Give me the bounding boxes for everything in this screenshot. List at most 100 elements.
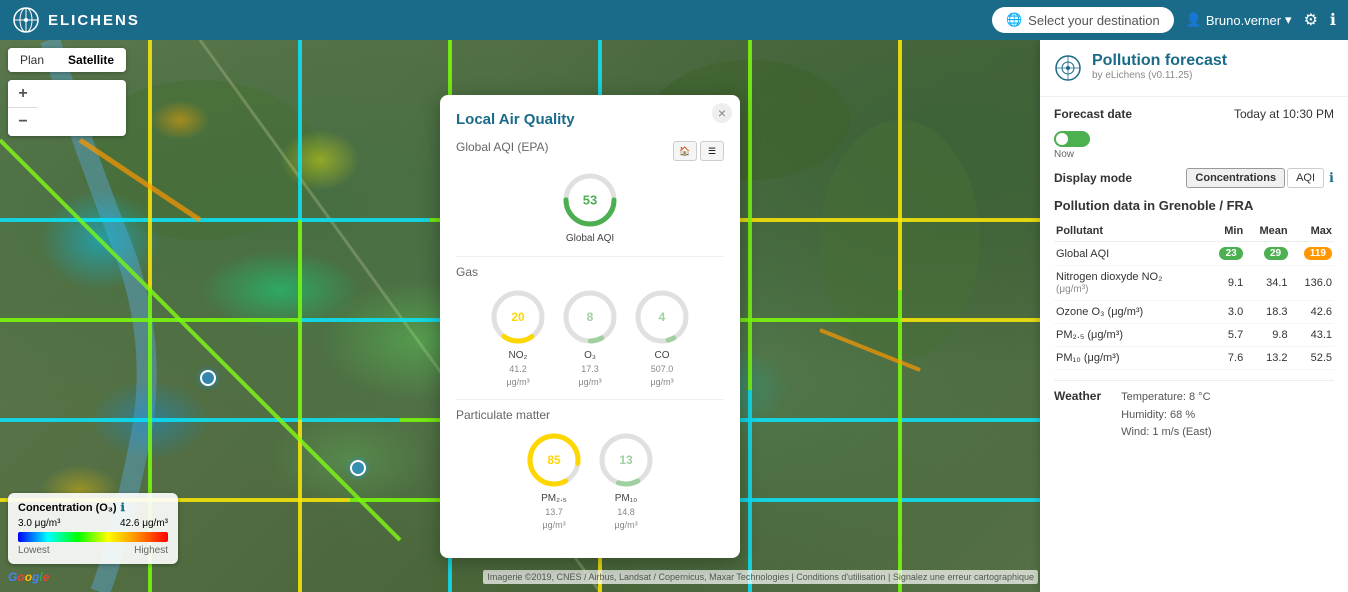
table-row: Nitrogen dioxyde NO₂(μg/m³) 9.1 34.1 136… bbox=[1054, 266, 1334, 301]
legend-max-value: 42.6 μg/m³ bbox=[120, 518, 168, 529]
elichens-logo-icon bbox=[12, 6, 40, 34]
pollutant-min: 5.7 bbox=[1207, 324, 1246, 347]
pm10-gauge: 13 PM₁₀ 14.8 μg/m³ bbox=[596, 430, 656, 530]
pm10-label: PM₁₀ bbox=[615, 493, 638, 504]
legend-min-value: 3.0 μg/m³ bbox=[18, 518, 60, 529]
max-badge: 119 bbox=[1304, 247, 1332, 260]
gas-section-label: Gas bbox=[456, 265, 724, 279]
pollution-data-header: Pollution data in Grenoble / FRA bbox=[1054, 198, 1334, 213]
global-aqi-sublabel: Global AQI bbox=[566, 233, 614, 244]
chevron-down-icon: ▾ bbox=[1285, 12, 1292, 28]
info-icon[interactable]: ℹ bbox=[1330, 10, 1336, 30]
weather-section: Weather Temperature: 8 °C Humidity: 68 %… bbox=[1054, 380, 1334, 442]
header: ELICHENS 🌐 Select your destination 👤 Bru… bbox=[0, 0, 1348, 40]
o3-sub2: μg/m³ bbox=[578, 377, 601, 387]
location-marker-1[interactable] bbox=[200, 370, 216, 386]
weather-temperature: Temperature: 8 °C bbox=[1121, 389, 1211, 407]
zoom-controls: + − bbox=[8, 80, 126, 136]
legend-label: Concentration (O₃) bbox=[18, 502, 117, 514]
o3-gauge: 8 O₃ 17.3 μg/m³ bbox=[560, 287, 620, 387]
pollutant-name: Global AQI bbox=[1054, 242, 1207, 266]
settings-icon[interactable]: ⚙ bbox=[1304, 10, 1318, 30]
view-buttons: 🏠 ☰ bbox=[673, 141, 724, 161]
display-mode-row: Display mode Concentrations AQI ℹ bbox=[1054, 168, 1334, 188]
pm-gauges-row: 85 PM₂.₅ 13.7 μg/m³ 13 PM₁₀ 14.8 μg/m³ bbox=[456, 430, 724, 530]
legend-title: Concentration (O₃) ℹ bbox=[18, 501, 168, 514]
local-air-quality-popup: × Local Air Quality Global AQI (EPA) 🏠 ☰… bbox=[440, 95, 740, 558]
display-mode-buttons: Concentrations AQI ℹ bbox=[1186, 168, 1334, 188]
pollutant-name: PM₁₀ (μg/m³) bbox=[1054, 347, 1207, 370]
panel-title-group: Pollution forecast by eLichens (v0.11.25… bbox=[1092, 52, 1227, 81]
forecast-date-label: Forecast date bbox=[1054, 107, 1132, 121]
co-gauge: 4 CO 507.0 μg/m³ bbox=[632, 287, 692, 387]
forecast-date-row: Forecast date Today at 10:30 PM bbox=[1054, 107, 1334, 121]
display-mode-label: Display mode bbox=[1054, 171, 1132, 185]
plan-button[interactable]: Plan bbox=[8, 48, 56, 72]
brand-logo: ELICHENS bbox=[12, 6, 140, 34]
zoom-in-button[interactable]: + bbox=[8, 80, 38, 108]
pollutant-name: Nitrogen dioxyde NO₂(μg/m³) bbox=[1054, 266, 1207, 301]
pm25-sub2: μg/m³ bbox=[542, 520, 565, 530]
pollutant-mean: 13.2 bbox=[1245, 347, 1289, 370]
destination-label: Select your destination bbox=[1028, 13, 1160, 28]
pollutant-min: 7.6 bbox=[1207, 347, 1246, 370]
pm-section-label: Particulate matter bbox=[456, 408, 724, 422]
no2-gauge: 20 NO₂ 41.2 μg/m³ bbox=[488, 287, 548, 387]
toggle-knob bbox=[1056, 133, 1068, 145]
display-mode-info-icon[interactable]: ℹ bbox=[1329, 170, 1334, 186]
pollutant-min: 9.1 bbox=[1207, 266, 1246, 301]
panel-logo-icon bbox=[1054, 54, 1082, 88]
satellite-button[interactable]: Satellite bbox=[56, 48, 126, 72]
pollutant-name: Ozone O₃ (μg/m³) bbox=[1054, 301, 1207, 324]
username: Bruno.verner bbox=[1206, 13, 1281, 28]
google-logo: Google bbox=[8, 570, 49, 584]
panel-body: Forecast date Today at 10:30 PM Now Disp… bbox=[1040, 97, 1348, 452]
global-aqi-value: 53 bbox=[583, 193, 597, 208]
popup-close-button[interactable]: × bbox=[712, 103, 732, 123]
aqi-mode-button[interactable]: AQI bbox=[1287, 168, 1324, 188]
pm25-value: 85 bbox=[547, 453, 560, 467]
chart-view-button[interactable]: 🏠 bbox=[673, 141, 697, 161]
user-menu[interactable]: 👤 Bruno.verner ▾ bbox=[1186, 12, 1292, 28]
pm25-sub1: 13.7 bbox=[545, 507, 563, 517]
concentrations-mode-button[interactable]: Concentrations bbox=[1186, 168, 1285, 188]
pollutant-max: 42.6 bbox=[1290, 301, 1334, 324]
pollutant-mean: 9.8 bbox=[1245, 324, 1289, 347]
location-marker-2[interactable] bbox=[350, 460, 366, 476]
weather-label: Weather bbox=[1054, 389, 1101, 442]
weather-details: Temperature: 8 °C Humidity: 68 % Wind: 1… bbox=[1121, 389, 1211, 442]
global-aqi-header: Global AQI (EPA) 🏠 ☰ bbox=[456, 140, 724, 162]
globe-icon: 🌐 bbox=[1006, 12, 1022, 28]
table-row: PM₂.₅ (μg/m³) 5.7 9.8 43.1 bbox=[1054, 324, 1334, 347]
pollutant-max: 136.0 bbox=[1290, 266, 1334, 301]
pollutant-name: PM₂.₅ (μg/m³) bbox=[1054, 324, 1207, 347]
pollutant-min: 3.0 bbox=[1207, 301, 1246, 324]
legend-info-icon[interactable]: ℹ bbox=[121, 501, 125, 514]
co-sub1: 507.0 bbox=[651, 364, 674, 374]
forecast-toggle[interactable] bbox=[1054, 131, 1090, 147]
pollutant-mean: 34.1 bbox=[1245, 266, 1289, 301]
right-panel: Pollution forecast by eLichens (v0.11.25… bbox=[1040, 40, 1348, 592]
mean-badge: 29 bbox=[1264, 247, 1288, 260]
weather-wind: Wind: 1 m/s (East) bbox=[1121, 424, 1211, 442]
weather-row: Weather Temperature: 8 °C Humidity: 68 %… bbox=[1054, 389, 1334, 442]
pollutant-mean: 29 bbox=[1245, 242, 1289, 266]
destination-button[interactable]: 🌐 Select your destination bbox=[992, 7, 1174, 33]
gas-gauges-row: 20 NO₂ 41.2 μg/m³ 8 O₃ 17.3 μg/m³ bbox=[456, 287, 724, 387]
panel-title: Pollution forecast bbox=[1092, 52, 1227, 70]
pm10-value: 13 bbox=[619, 453, 632, 467]
map-controls: Plan Satellite + − bbox=[8, 48, 126, 136]
list-view-button[interactable]: ☰ bbox=[700, 141, 724, 161]
col-max: Max bbox=[1290, 221, 1334, 242]
o3-sub1: 17.3 bbox=[581, 364, 599, 374]
legend-labels: Lowest Highest bbox=[18, 545, 168, 556]
forecast-toggle-container: Now bbox=[1054, 131, 1334, 160]
pollutant-mean: 18.3 bbox=[1245, 301, 1289, 324]
pm10-sub2: μg/m³ bbox=[614, 520, 637, 530]
co-sub2: μg/m³ bbox=[650, 377, 673, 387]
no2-sub1: 41.2 bbox=[509, 364, 527, 374]
table-row: Ozone O₃ (μg/m³) 3.0 18.3 42.6 bbox=[1054, 301, 1334, 324]
panel-subtitle: by eLichens (v0.11.25) bbox=[1092, 70, 1227, 81]
zoom-out-button[interactable]: − bbox=[8, 108, 38, 136]
co-value: 4 bbox=[659, 310, 666, 324]
